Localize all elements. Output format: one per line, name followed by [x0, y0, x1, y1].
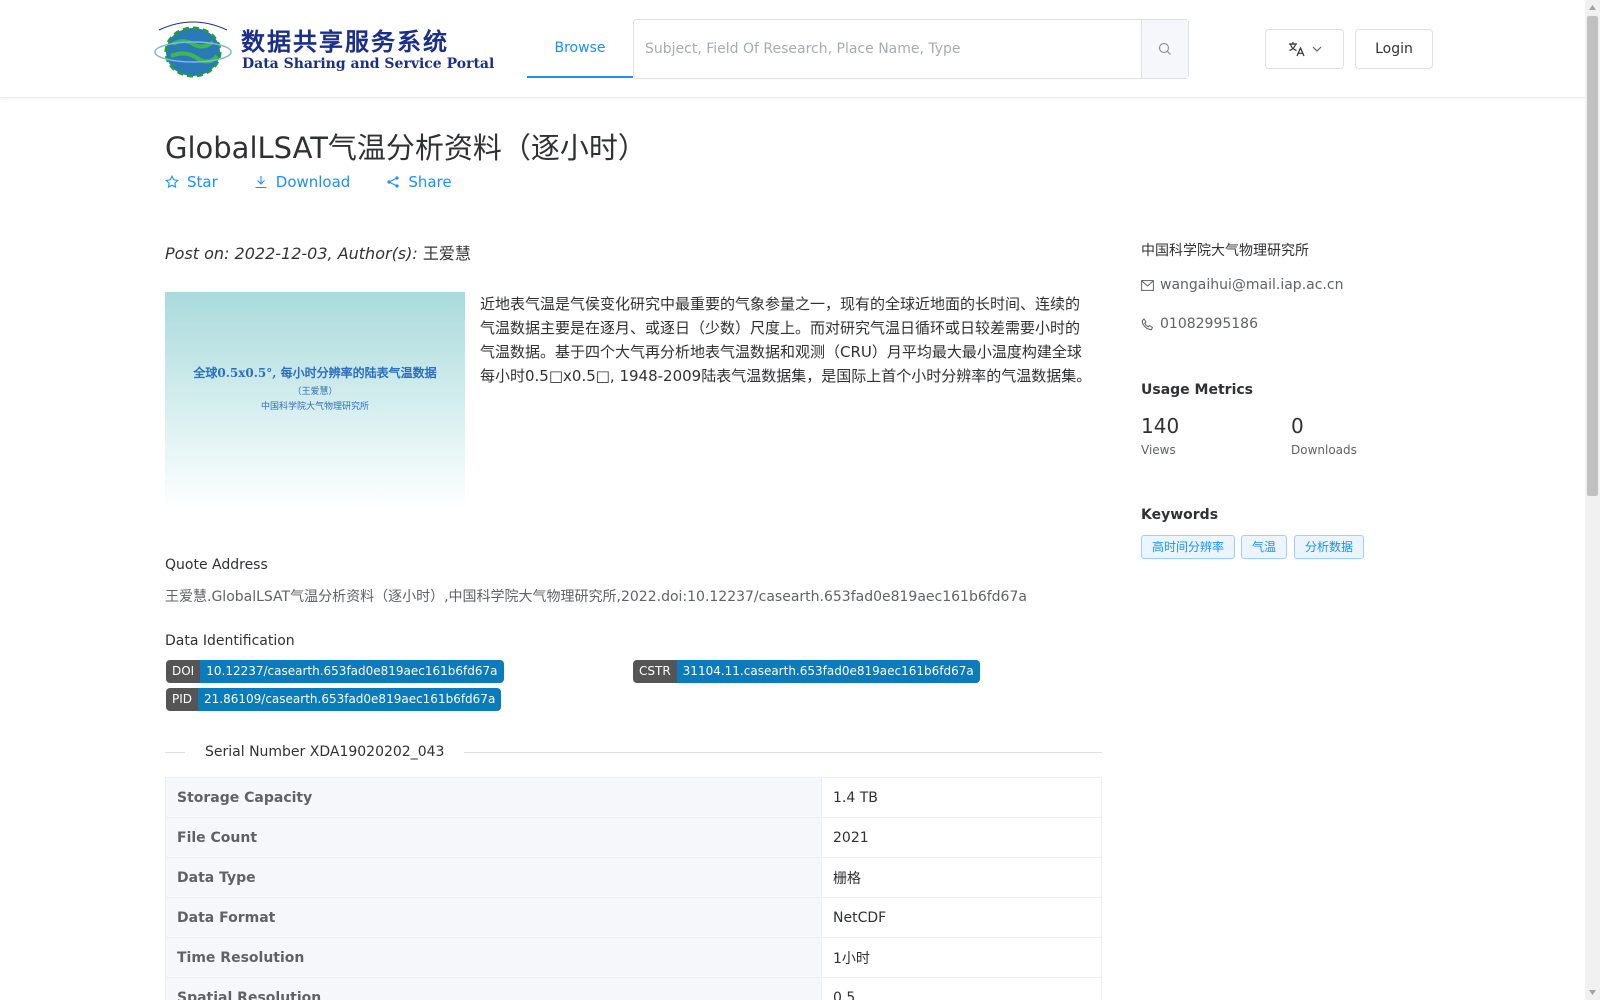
dataset-description: 近地表气温是气侯变化研究中最重要的气象参量之一，现有的全球近地面的长时间、连续的…: [480, 295, 1092, 385]
dataset-info-table: Storage Capacity 1.4 TB File Count 2021 …: [165, 777, 1102, 1000]
table-value: 栅格: [821, 857, 1102, 898]
logo-english-title: Data Sharing and Service Portal: [242, 56, 495, 72]
table-key: Storage Capacity: [165, 777, 822, 818]
email-text: wangaihui@mail.iap.ac.cn: [1160, 277, 1344, 293]
mail-icon: [1141, 279, 1154, 291]
quote-address-label: Quote Address: [165, 557, 268, 573]
dataset-actions: Star Download Share: [165, 173, 488, 191]
language-switch-button[interactable]: [1265, 29, 1344, 69]
scroll-down-arrow-icon[interactable]: [1585, 985, 1600, 1000]
table-row: Storage Capacity 1.4 TB: [165, 777, 1102, 818]
table-value: 1小时: [821, 937, 1102, 978]
site-logo[interactable]: 数据共享服务系统 Data Sharing and Service Portal: [153, 20, 494, 78]
search-box: [633, 19, 1189, 79]
cstr-value: 31104.11.casearth.653fad0e819aec161b6fd6…: [676, 660, 980, 683]
table-row: Time Resolution 1小时: [165, 937, 1102, 978]
table-key: File Count: [165, 817, 822, 858]
table-row: Data Format NetCDF: [165, 897, 1102, 938]
scroll-thumb[interactable]: [1587, 16, 1598, 496]
contact-phone: 01082995186: [1141, 316, 1258, 332]
download-button[interactable]: Download: [254, 173, 351, 191]
star-label: Star: [187, 173, 218, 191]
table-key: Data Type: [165, 857, 822, 898]
keyword-tag[interactable]: 气温: [1241, 535, 1288, 559]
downloads-count: 0: [1291, 414, 1304, 438]
search-icon: [1158, 42, 1171, 55]
contact-email[interactable]: wangaihui@mail.iap.ac.cn: [1141, 277, 1343, 293]
dataset-cover-image: 全球0.5x0.5°, 每小时分辨率的陆表气温数据 （王爱慧） 中国科学院大气物…: [165, 292, 465, 510]
download-icon: [255, 176, 267, 189]
table-value: NetCDF: [821, 897, 1102, 938]
pid-key: PID: [166, 688, 199, 711]
search-button[interactable]: [1141, 20, 1188, 78]
phone-text: 01082995186: [1160, 316, 1258, 332]
keyword-tag[interactable]: 高时间分辨率: [1141, 535, 1236, 559]
table-row: Spatial Resolution 0.5: [165, 977, 1102, 1000]
table-key: Data Format: [165, 897, 822, 938]
share-button[interactable]: Share: [386, 173, 452, 191]
table-value: 0.5: [821, 977, 1102, 1000]
views-label: Views: [1141, 443, 1176, 457]
doi-key: DOI: [166, 660, 201, 683]
table-key: Spatial Resolution: [165, 977, 822, 1000]
table-row: File Count 2021: [165, 817, 1102, 858]
post-meta: Post on: 2022-12-03, Author(s): 王爱慧: [165, 240, 471, 264]
usage-metrics-title: Usage Metrics: [1141, 382, 1253, 398]
doi-tag[interactable]: DOI 10.12237/casearth.653fad0e819aec161b…: [166, 660, 504, 683]
serial-number: Serial Number XDA19020202_043: [185, 744, 465, 760]
download-label: Download: [275, 173, 351, 191]
share-icon: [387, 176, 399, 188]
table-key: Time Resolution: [165, 937, 822, 978]
star-button[interactable]: Star: [165, 173, 218, 191]
doi-value: 10.12237/casearth.653fad0e819aec161b6fd6…: [200, 660, 504, 683]
dataset-title: GlobalLSAT气温分析资料（逐小时）: [165, 131, 647, 165]
search-input[interactable]: [634, 20, 1142, 78]
cstr-key: CSTR: [633, 660, 677, 683]
author-name: 王爱慧: [422, 244, 471, 263]
share-label: Share: [408, 173, 452, 191]
globe-logo-icon: [154, 21, 232, 78]
page-scrollbar[interactable]: [1585, 0, 1600, 1000]
views-count: 140: [1141, 414, 1180, 438]
star-icon: [165, 175, 179, 189]
post-date: Post on: 2022-12-03, Author(s):: [165, 244, 423, 263]
cover-author: （王爱慧）: [292, 387, 338, 397]
table-row: Data Type 栅格: [165, 857, 1102, 898]
logo-chinese-title: 数据共享服务系统: [241, 28, 449, 56]
cstr-tag[interactable]: CSTR 31104.11.casearth.653fad0e819aec161…: [633, 660, 980, 683]
keyword-tag[interactable]: 分析数据: [1294, 535, 1365, 559]
pid-tag[interactable]: PID 21.86109/casearth.653fad0e819aec161b…: [166, 688, 502, 711]
keywords-title: Keywords: [1141, 507, 1219, 523]
organization-name: 中国科学院大气物理研究所: [1141, 243, 1309, 259]
cover-title: 全球0.5x0.5°, 每小时分辨率的陆表气温数据: [193, 366, 437, 380]
phone-icon: [1141, 317, 1154, 330]
scroll-up-arrow-icon[interactable]: [1585, 0, 1600, 15]
nav-browse[interactable]: Browse: [527, 0, 633, 78]
chevron-down-icon: [1312, 46, 1321, 52]
translate-icon: [1288, 42, 1305, 57]
data-identification-label: Data Identification: [165, 633, 295, 649]
login-button[interactable]: Login: [1355, 29, 1433, 69]
downloads-label: Downloads: [1291, 443, 1357, 457]
table-value: 1.4 TB: [821, 777, 1102, 818]
pid-value: 21.86109/casearth.653fad0e819aec161b6fd6…: [198, 688, 502, 711]
cover-institution: 中国科学院大气物理研究所: [260, 402, 369, 412]
table-value: 2021: [821, 817, 1102, 858]
top-header: 数据共享服务系统 Data Sharing and Service Portal…: [0, 0, 1585, 98]
quote-address-text: 王爱慧.GlobalLSAT气温分析资料（逐小时）,中国科学院大气物理研究所,2…: [165, 589, 1027, 605]
